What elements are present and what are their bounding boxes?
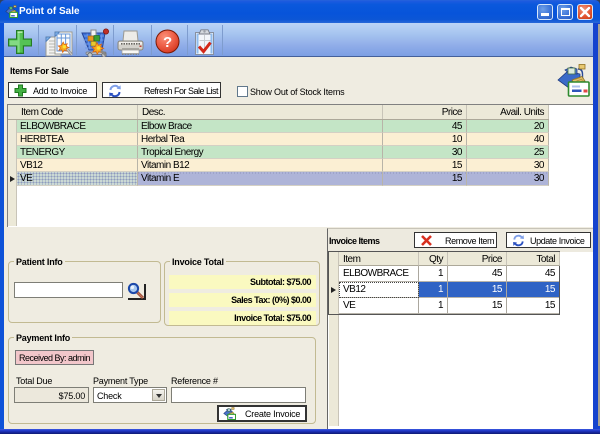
svg-text:?: ? — [163, 34, 172, 51]
